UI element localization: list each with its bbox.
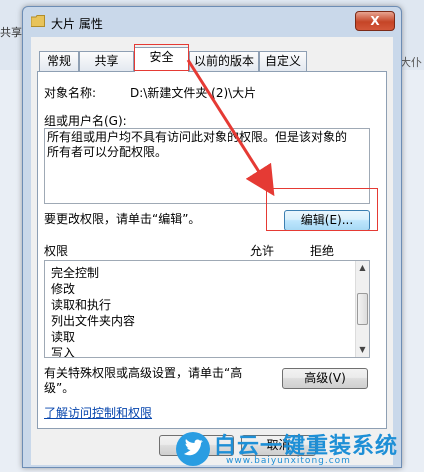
- permission-item: 列出文件夹内容: [51, 314, 136, 328]
- tab-customize[interactable]: 自定义: [259, 51, 307, 71]
- scroll-down-arrow-icon[interactable]: ▼: [356, 343, 369, 357]
- background-folder-label: 大仆: [400, 56, 422, 69]
- site-watermark: 白云一键重装系统 www.baiyunxitong.com: [172, 428, 420, 468]
- tab-previous-versions[interactable]: 以前的版本: [189, 51, 259, 71]
- edit-button[interactable]: 编辑(E)...: [284, 210, 370, 231]
- permission-item: 完全控制: [51, 266, 100, 280]
- change-permissions-text: 要更改权限，请单击“编辑”。: [44, 212, 201, 226]
- tab-security[interactable]: 安全: [134, 47, 189, 72]
- groups-label: 组或用户名(G):: [44, 114, 127, 128]
- watermark-url: www.baiyunxitong.com: [226, 456, 351, 466]
- advanced-button[interactable]: 高级(V): [282, 368, 368, 389]
- permissions-scrollbar[interactable]: ▲ ▼: [355, 261, 369, 357]
- scroll-thumb[interactable]: [357, 293, 368, 325]
- permission-item: 写入: [51, 346, 76, 358]
- window-title: 大片 属性: [51, 17, 103, 31]
- permissions-listbox[interactable]: 完全控制 修改 读取和执行 列出文件夹内容 读取 写入 ▲ ▼: [44, 260, 370, 358]
- groups-listbox[interactable]: 所有组或用户均不具有访问此对象的权限。但是该对象的所有者可以分配权限。: [44, 128, 370, 204]
- deny-column-header: 拒绝: [310, 244, 335, 258]
- security-panel: 对象名称: D:\新建文件夹 (2)\大片 组或用户名(G): 所有组或用户均不…: [37, 71, 387, 429]
- title-bar[interactable]: 大片 属性 X: [23, 7, 401, 37]
- permission-item: 读取和执行: [51, 298, 112, 312]
- advanced-settings-text: 有关特殊权限或高级设置，请单击“高级”。: [44, 366, 243, 395]
- twitter-bird-icon: [176, 432, 210, 466]
- permission-item: 读取: [51, 330, 76, 344]
- permission-item: 修改: [51, 282, 76, 296]
- tab-general[interactable]: 常规: [39, 51, 79, 71]
- access-control-help-link[interactable]: 了解访问控制和权限: [44, 404, 152, 421]
- dialog-client-area: 常规 共享 安全 以前的版本 自定义 对象名称: D:\新建文件夹 (2)\大片…: [31, 37, 393, 465]
- object-name-value: D:\新建文件夹 (2)\大片: [130, 86, 257, 100]
- allow-column-header: 允许: [250, 244, 275, 258]
- properties-dialog: 大片 属性 X 常规 共享 安全 以前的版本 自定义 对象名称: D:\新建文件…: [22, 6, 402, 468]
- scroll-up-arrow-icon[interactable]: ▲: [356, 261, 369, 275]
- groups-empty-message: 所有组或用户均不具有访问此对象的权限。但是该对象的所有者可以分配权限。: [47, 130, 348, 159]
- object-name-label: 对象名称:: [44, 86, 97, 100]
- tab-sharing[interactable]: 共享: [79, 51, 134, 71]
- close-button[interactable]: X: [355, 11, 395, 31]
- folder-icon: [31, 15, 45, 27]
- background-share-label: 共享: [0, 26, 22, 39]
- permissions-label: 权限: [44, 244, 69, 258]
